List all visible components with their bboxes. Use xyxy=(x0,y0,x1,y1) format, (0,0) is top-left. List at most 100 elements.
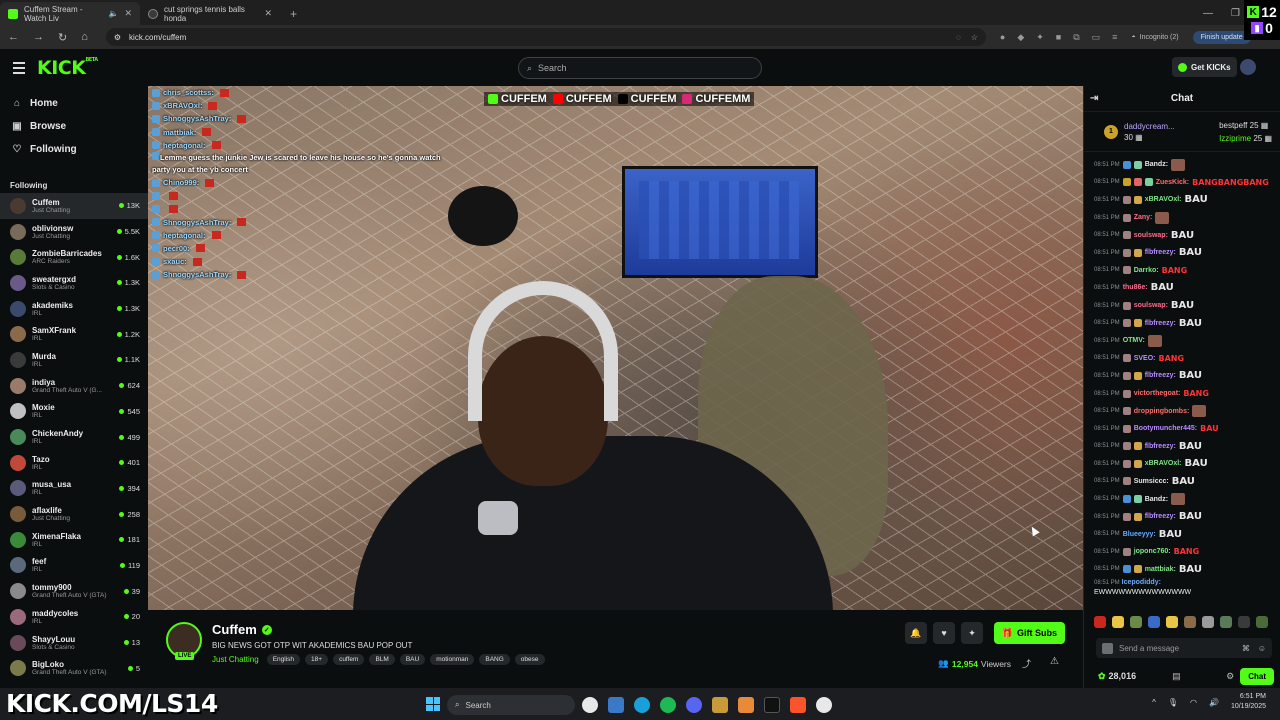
sidebar-channel-item[interactable]: sweatergxd Slots & Casino 1.3K xyxy=(0,270,148,296)
channel-points[interactable]: ✿ 28,016 xyxy=(1098,671,1136,682)
discord-icon[interactable] xyxy=(686,697,702,713)
emote-icon[interactable] xyxy=(1130,616,1142,628)
back-icon[interactable]: ← xyxy=(8,31,19,43)
message-username[interactable]: flbfreezy: xyxy=(1145,443,1176,450)
message-username[interactable]: Blueeyyy: xyxy=(1123,531,1156,538)
message-username[interactable]: flbfreezy: xyxy=(1145,320,1176,327)
finish-update-button[interactable]: Finish update xyxy=(1192,30,1251,44)
message-username[interactable]: joponc760: xyxy=(1134,548,1171,555)
emote-icon[interactable] xyxy=(1094,616,1106,628)
forward-icon[interactable]: → xyxy=(33,31,44,43)
message-username[interactable]: Bandz: xyxy=(1145,496,1168,503)
sidebar-channel-item[interactable]: ShayyLouu Slots & Casino 13 xyxy=(0,630,148,656)
sidebar-item-browse[interactable]: ▣ Browse xyxy=(0,115,148,138)
hamburger-menu-icon[interactable] xyxy=(13,61,25,74)
wifi-icon[interactable]: ◠ xyxy=(1190,698,1197,707)
stream-tag[interactable]: BLM xyxy=(369,654,395,665)
sidebar-channel-item[interactable]: indiya Grand Theft Auto V (G... 624 xyxy=(0,373,148,399)
streamer-name[interactable]: Cuffem ✓ xyxy=(212,622,272,637)
gift-subs-button[interactable]: 🎁 Gift Subs xyxy=(993,622,1065,644)
system-clock[interactable]: 6:51 PM 10/19/2025 xyxy=(1231,692,1266,712)
maximize-icon[interactable]: ❐ xyxy=(1231,8,1240,19)
extensions-puzzle-icon[interactable]: ⧉ xyxy=(1073,32,1079,43)
message-username[interactable]: mattbiak: xyxy=(1145,566,1176,573)
sidebar-channel-item[interactable]: oblivionsw Just Chatting 5.5K xyxy=(0,219,148,245)
browser-tab[interactable]: cut springs tennis balls honda ✕ xyxy=(140,2,280,25)
eye-off-icon[interactable]: ◌ xyxy=(956,33,961,42)
emote-icon[interactable] xyxy=(1220,616,1232,628)
reload-icon[interactable]: ↻ xyxy=(58,31,67,44)
close-tab-icon[interactable]: ✕ xyxy=(124,8,132,19)
sidebar-channel-item[interactable]: ChickenAndy IRL 499 xyxy=(0,424,148,450)
sidebar-item-following[interactable]: ♡ Following xyxy=(0,138,148,161)
stream-tag[interactable]: BAU xyxy=(399,654,426,665)
gifter-name[interactable]: Izziprime xyxy=(1219,134,1251,143)
emote-icon[interactable] xyxy=(1148,616,1160,628)
extension-icon[interactable]: ◆ xyxy=(1017,32,1024,43)
notifications-bell-button[interactable]: 🔔 xyxy=(905,622,927,644)
send-chat-button[interactable]: Chat xyxy=(1240,667,1274,685)
minimize-icon[interactable]: — xyxy=(1203,8,1213,19)
message-username[interactable]: flbfreezy: xyxy=(1145,249,1176,256)
home-icon[interactable]: ⌂ xyxy=(81,31,88,43)
stream-tag[interactable]: obese xyxy=(514,654,545,665)
stream-tag[interactable]: BANG xyxy=(479,654,510,665)
tray-chevron-icon[interactable]: ^ xyxy=(1152,698,1156,707)
message-username[interactable]: Bandz: xyxy=(1145,161,1168,168)
emote-icon[interactable] xyxy=(1202,616,1214,628)
message-username[interactable]: ZuesKick: xyxy=(1156,179,1189,186)
message-username[interactable]: thu86e: xyxy=(1123,284,1148,291)
sidebar-channel-item[interactable]: akademiks IRL 1.3K xyxy=(0,296,148,322)
mute-icon[interactable]: 🔈 xyxy=(108,9,118,18)
gifter-name[interactable]: bestpeff xyxy=(1219,121,1247,130)
sidebar-channel-item[interactable]: aflaxlife Just Chatting 258 xyxy=(0,501,148,527)
address-input[interactable]: ⚙ kick.com/cuffem ◌ ☆ xyxy=(105,28,986,46)
message-username[interactable]: Icepodiddy: xyxy=(1122,579,1161,586)
avatar[interactable] xyxy=(1240,59,1256,75)
message-username[interactable]: Sumsiccc: xyxy=(1134,478,1169,485)
get-kicks-button[interactable]: Get KICKs xyxy=(1172,57,1237,77)
spotify-icon[interactable] xyxy=(660,697,676,713)
sidebar-item-home[interactable]: ⌂ Home xyxy=(0,92,148,115)
site-info-icon[interactable]: ⚙ xyxy=(114,33,121,42)
sidebar-channel-item[interactable]: XimenaFlaka IRL 181 xyxy=(0,527,148,553)
taskbar-search[interactable]: ⌕ Search xyxy=(447,695,575,715)
emote-icon[interactable] xyxy=(1166,616,1178,628)
message-username[interactable]: flbfreezy: xyxy=(1145,372,1176,379)
stream-tag[interactable]: 18+ xyxy=(305,654,329,665)
sidebar-channel-item[interactable]: SamXFrank IRL 1.2K xyxy=(0,321,148,347)
report-icon[interactable]: ⚠ xyxy=(1050,656,1059,667)
sidebar-channel-item[interactable]: Murda IRL 1.1K xyxy=(0,347,148,373)
browser-tab-active[interactable]: Cuffem Stream - Watch Liv 🔈 ✕ xyxy=(0,2,140,25)
kick-logo[interactable]: KICKBETA xyxy=(37,57,98,79)
chat-message-input[interactable]: Send a message ⌘ ☺ xyxy=(1096,638,1272,658)
windows-start-icon[interactable] xyxy=(426,697,440,711)
stream-tag[interactable]: English xyxy=(266,654,301,665)
app-icon[interactable] xyxy=(738,697,754,713)
sparkle-button[interactable]: ✦ xyxy=(961,622,983,644)
new-tab-button[interactable]: + xyxy=(280,2,307,25)
store-icon[interactable]: ▤ xyxy=(1172,671,1181,682)
collapse-chat-icon[interactable]: ⇥ xyxy=(1090,93,1098,104)
share-icon[interactable]: ⤴ xyxy=(1022,657,1031,670)
emote-icon[interactable] xyxy=(1256,616,1268,628)
chrome-icon[interactable] xyxy=(816,697,832,713)
message-username[interactable]: droppingbombs: xyxy=(1134,408,1190,415)
command-icon[interactable]: ⌘ xyxy=(1242,644,1250,653)
extension-icon[interactable]: ✦ xyxy=(1036,32,1044,43)
terminal-icon[interactable] xyxy=(764,697,780,713)
file-explorer-icon[interactable] xyxy=(608,697,624,713)
sidebar-channel-item[interactable]: Tazo IRL 401 xyxy=(0,450,148,476)
message-username[interactable]: xBRAVOxl: xyxy=(1145,196,1182,203)
bookmark-star-icon[interactable]: ☆ xyxy=(971,33,978,42)
settings-gear-icon[interactable]: ⚙ xyxy=(1226,671,1234,682)
category-link[interactable]: Just Chatting xyxy=(212,655,259,664)
sidebar-channel-item[interactable]: feef IRL 119 xyxy=(0,553,148,579)
sidebar-channel-item[interactable]: ZombieBarricades ARC Raiders 1.6K xyxy=(0,244,148,270)
sidebar-icon[interactable]: ▭ xyxy=(1092,32,1101,43)
emote-icon[interactable] xyxy=(1184,616,1196,628)
menu-list-icon[interactable]: ≡ xyxy=(1112,32,1117,42)
app-icon[interactable] xyxy=(712,697,728,713)
message-username[interactable]: soulswap: xyxy=(1134,232,1168,239)
message-username[interactable]: OTMV: xyxy=(1123,337,1145,344)
